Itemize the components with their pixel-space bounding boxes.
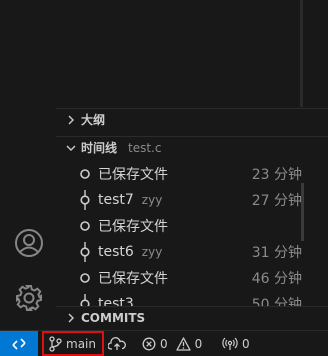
circle-icon: [78, 213, 92, 239]
remote-icon: [12, 337, 26, 350]
timeline-item-time: 31 分钟: [251, 245, 302, 261]
chevron-right-icon: [61, 313, 81, 323]
chevron-right-icon: [61, 115, 81, 125]
timeline-item-label: 已保存文件: [98, 167, 168, 183]
timeline-item[interactable]: test3 50 分钟: [56, 291, 328, 306]
branch-button[interactable]: main: [42, 331, 104, 356]
broadcast-icon: [222, 337, 238, 350]
timeline-item-label: 已保存文件: [98, 219, 168, 235]
account-icon: [15, 229, 43, 257]
account-button[interactable]: [12, 226, 46, 260]
timeline-item-time: 27 分钟: [251, 193, 302, 209]
warning-count: 0: [194, 336, 203, 351]
scrollbar[interactable]: [300, 0, 303, 107]
error-icon: [142, 337, 156, 350]
timeline-section-header[interactable]: 时间线 test.c: [56, 136, 328, 158]
status-bar: main 0 0 0: [0, 330, 328, 356]
timeline-item[interactable]: 已保存文件 46 分钟: [56, 265, 328, 291]
timeline-file-name: test.c: [128, 140, 162, 155]
manage-settings-button[interactable]: [12, 281, 46, 315]
remote-indicator-button[interactable]: [0, 330, 38, 356]
timeline-list: 已保存文件 23 分钟 test7 zyy 27 分钟 已保存文件 test6 zy…: [56, 161, 328, 306]
git-commit-icon: [78, 239, 92, 265]
problems-button[interactable]: 0 0: [142, 331, 202, 356]
outline-title: 大纲: [81, 113, 106, 127]
cloud-upload-icon: [108, 336, 126, 350]
outline-section-header[interactable]: 大纲: [56, 108, 328, 130]
timeline-item-label: test7 zyy: [98, 192, 163, 208]
timeline-item-label: 已保存文件: [98, 271, 168, 287]
timeline-item-label: test6 zyy: [98, 244, 163, 260]
timeline-item-time: 23 分钟: [251, 167, 302, 183]
timeline-item[interactable]: 已保存文件: [56, 213, 328, 239]
timeline-item[interactable]: 已保存文件 23 分钟: [56, 161, 328, 187]
warning-icon: [175, 336, 191, 351]
commits-section-header[interactable]: COMMITS: [56, 306, 328, 328]
circle-icon: [78, 265, 92, 291]
git-commit-icon: [78, 187, 92, 213]
gear-icon: [16, 285, 42, 311]
timeline-title: 时间线: [81, 141, 118, 155]
explorer-view-area: [56, 0, 328, 107]
circle-icon: [78, 161, 92, 187]
ports-count: 0: [242, 336, 250, 351]
sidebar: 大纲 时间线 test.c 已保存文件 23 分钟 test7 zyy 27 分钟: [56, 0, 328, 330]
timeline-scrollbar[interactable]: [301, 183, 304, 241]
chevron-down-icon: [61, 143, 81, 153]
commits-title: COMMITS: [81, 310, 146, 325]
timeline-item-time: 46 分钟: [251, 271, 302, 287]
timeline-item[interactable]: test7 zyy 27 分钟: [56, 187, 328, 213]
timeline-item-time: 50 分钟: [251, 297, 302, 306]
branch-name: main: [66, 336, 96, 351]
timeline-item-label: test3: [98, 296, 134, 306]
publish-branch-button[interactable]: [108, 331, 126, 356]
ports-button[interactable]: 0: [222, 331, 250, 356]
git-branch-icon: [49, 335, 62, 352]
git-commit-icon: [78, 291, 92, 306]
activity-bar: [0, 0, 56, 330]
error-count: 0: [160, 336, 168, 351]
timeline-item[interactable]: test6 zyy 31 分钟: [56, 239, 328, 265]
